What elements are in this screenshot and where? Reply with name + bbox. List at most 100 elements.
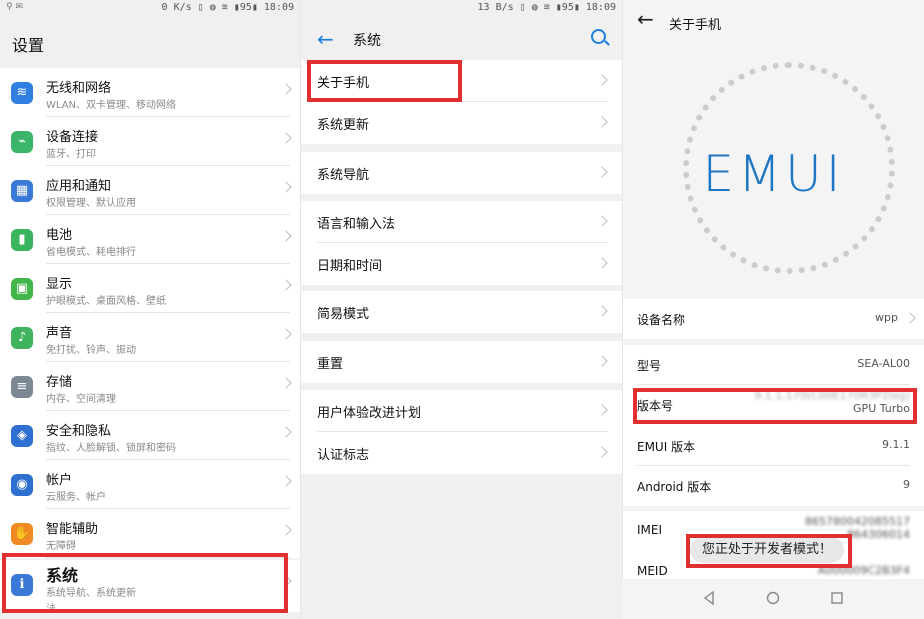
emui-logo-area: EMUI: [623, 42, 924, 297]
chevron-right-icon: [280, 181, 292, 193]
menu-group: 系统导航: [301, 152, 622, 194]
header: ← 系统: [301, 16, 622, 60]
highlight-toast: [686, 534, 852, 568]
info-key: Android 版本: [637, 480, 712, 494]
menu-item[interactable]: 认证标志: [301, 432, 622, 474]
item-title: 无线和网络: [46, 81, 112, 96]
item-title: 应用和通知: [46, 179, 112, 194]
settings-item[interactable]: ◈ 安全和隐私指纹、人脸解锁、锁屏和密码: [0, 411, 300, 460]
info-key: 设备名称: [637, 313, 686, 327]
menu-item[interactable]: 语言和输入法: [301, 201, 622, 243]
item-title: 显示: [46, 277, 73, 292]
chevron-right-icon: [596, 305, 608, 317]
status-info: 0 K/s ▯ ◍ ≋ ▮95▮ 18:09: [161, 2, 294, 13]
item-subtitle: WLAN、双卡管理、移动网络: [46, 100, 177, 111]
menu-item-label: 系统更新: [317, 118, 370, 133]
chevron-right-icon: [280, 426, 292, 438]
menu-item[interactable]: 日期和时间: [301, 243, 622, 285]
info-value: 9.1.1: [882, 438, 910, 451]
info-row: EMUI 版本 9.1.1: [623, 426, 924, 466]
settings-item[interactable]: ▦ 应用和通知权限管理、默认应用: [0, 166, 300, 215]
menu-item-label: 用户体验改进计划: [317, 406, 422, 421]
info-row: Android 版本 9: [623, 466, 924, 506]
home-nav-icon[interactable]: [766, 591, 780, 605]
chevron-right-icon: [280, 328, 292, 340]
menu-item[interactable]: 简易模式: [301, 291, 622, 333]
item-subtitle: 省电模式、耗电排行: [46, 247, 136, 258]
menu-item[interactable]: 系统导航: [301, 152, 622, 194]
highlight-system: [2, 553, 288, 613]
chevron-right-icon: [280, 230, 292, 242]
status-bar: ⚲ ✉ 0 K/s ▯ ◍ ≋ ▮95▮ 18:09: [0, 0, 300, 16]
info-row[interactable]: 设备名称 wpp: [623, 299, 924, 339]
page-title: 关于手机: [669, 18, 722, 33]
recents-nav-icon[interactable]: [830, 591, 844, 605]
storage-icon: ≡: [11, 376, 33, 398]
settings-item[interactable]: ▮ 电池 省电模式、耗电排行: [0, 215, 300, 264]
item-title: 安全和隐私: [46, 424, 112, 439]
item-title: 存储: [46, 375, 73, 390]
info-value-line: SEA-AL00: [857, 357, 910, 370]
item-subtitle: 免打扰、铃声、振动: [46, 345, 136, 356]
chevron-right-icon: [280, 83, 292, 95]
chevron-right-icon: [596, 74, 608, 86]
item-subtitle: 云服务、帐户: [46, 492, 106, 503]
battery-icon: ▮: [11, 229, 33, 251]
info-value: SEA-AL00: [857, 357, 910, 370]
back-arrow-icon[interactable]: ←: [637, 9, 654, 29]
chevron-right-icon: [596, 257, 608, 269]
chevron-right-icon: [280, 524, 292, 536]
menu-item[interactable]: 重置: [301, 341, 622, 383]
chevron-right-icon: [596, 166, 608, 178]
display-icon: ▣: [11, 278, 33, 300]
nav-bar: [622, 579, 924, 619]
item-title: 设备连接: [46, 130, 99, 145]
item-subtitle: 内存、空间清理: [46, 394, 116, 405]
search-icon[interactable]: [591, 29, 606, 44]
highlight-build-number: [633, 388, 917, 424]
item-subtitle: 指纹、人脸解锁、锁屏和密码: [46, 443, 176, 454]
header: ← 关于手机: [623, 0, 924, 42]
chevron-right-icon: [280, 279, 292, 291]
info-value: wpp: [875, 311, 898, 324]
settings-item[interactable]: ✋ 智能辅助 无障碍: [0, 509, 300, 558]
emui-logo: EMUI: [702, 145, 845, 203]
info-value-line: 9.1.1: [882, 438, 910, 451]
chevron-right-icon: [280, 475, 292, 487]
menu-item[interactable]: 用户体验改进计划: [301, 390, 622, 432]
item-subtitle: 护眼模式、桌面风格、壁纸: [46, 296, 166, 307]
chevron-right-icon: [596, 404, 608, 416]
chevron-right-icon: [596, 116, 608, 128]
chevron-right-icon: [904, 312, 916, 324]
menu-item-label: 认证标志: [317, 448, 370, 463]
info-value-line: wpp: [875, 311, 898, 324]
menu-item-label: 简易模式: [317, 307, 370, 322]
settings-item[interactable]: ≡ 存储内存、空间清理: [0, 362, 300, 411]
info-key: EMUI 版本: [637, 440, 696, 454]
item-subtitle: 权限管理、默认应用: [46, 198, 136, 209]
settings-item[interactable]: ♪ 声音 免打扰、铃声、振动: [0, 313, 300, 362]
about-phone-panel: ← 关于手机 EMUI 设备名称 wpp 型号 SEA-AL00 版本号 9.1.1.17…: [622, 0, 924, 619]
highlight-about-phone: [307, 60, 462, 102]
menu-group: 简易模式: [301, 291, 622, 333]
back-arrow-icon[interactable]: ←: [317, 29, 334, 49]
page-title: 设置: [12, 36, 45, 55]
system-panel: 13 B/s ▯ ◍ ≋ ▮95▮ 18:09 ← 系统 关于手机 系统更新 系统导…: [300, 0, 622, 619]
menu-item[interactable]: 系统更新: [301, 102, 622, 144]
item-title: 声音: [46, 326, 73, 341]
settings-item[interactable]: ▣ 显示护眼模式、桌面风格、壁纸: [0, 264, 300, 313]
settings-item[interactable]: ≋ 无线和网络 WLAN、双卡管理、移动网络: [0, 68, 300, 117]
settings-item[interactable]: ⌁ 设备连接 蓝牙、打印: [0, 117, 300, 166]
shield-icon: ◈: [11, 425, 33, 447]
item-title: 智能辅助: [46, 522, 99, 537]
info-row: 型号 SEA-AL00: [623, 345, 924, 385]
menu-group: 用户体验改进计划 认证标志: [301, 390, 622, 474]
menu-item-label: 重置: [317, 357, 344, 372]
settings-item[interactable]: ◉ 帐户 云服务、帐户: [0, 460, 300, 509]
item-subtitle: 蓝牙、打印: [46, 149, 96, 160]
menu-item-label: 系统导航: [317, 168, 370, 183]
menu-group: 重置: [301, 341, 622, 383]
back-nav-icon[interactable]: [702, 591, 716, 605]
apps-icon: ▦: [11, 180, 33, 202]
item-title: 帐户: [46, 473, 73, 488]
